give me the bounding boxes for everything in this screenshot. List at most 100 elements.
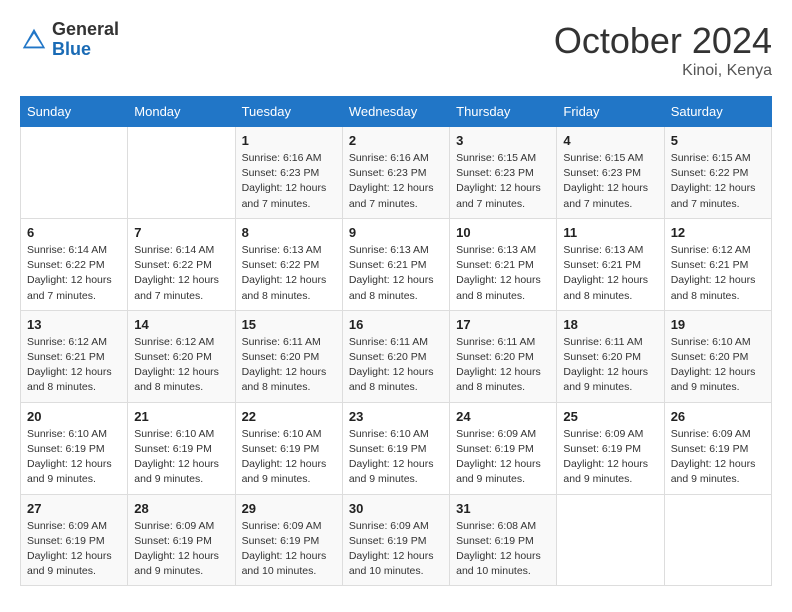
day-info: Sunrise: 6:12 AM Sunset: 6:20 PM Dayligh…: [134, 335, 228, 396]
day-info: Sunrise: 6:09 AM Sunset: 6:19 PM Dayligh…: [242, 519, 336, 580]
calendar-cell: 20 Sunrise: 6:10 AM Sunset: 6:19 PM Dayli…: [21, 402, 128, 494]
day-number: 20: [27, 409, 121, 424]
day-number: 30: [349, 501, 443, 516]
day-number: 27: [27, 501, 121, 516]
calendar-cell: 23Sunrise: 6:10 AM Sunset: 6:19 PM Dayli…: [342, 402, 449, 494]
day-info: Sunrise: 6:13 AM Sunset: 6:21 PM Dayligh…: [349, 243, 443, 304]
calendar-cell: 31 Sunrise: 6:08 AM Sunset: 6:19 PM Dayli…: [450, 494, 557, 586]
day-info: Sunrise: 6:09 AM Sunset: 6:19 PM Dayligh…: [563, 427, 657, 488]
calendar-cell: 26 Sunrise: 6:09 AM Sunset: 6:19 PM Dayli…: [664, 402, 771, 494]
calendar-cell: 8 Sunrise: 6:13 AM Sunset: 6:22 PM Daylig…: [235, 218, 342, 310]
day-number: 24: [456, 409, 550, 424]
calendar-cell: 17 Sunrise: 6:11 AM Sunset: 6:20 PM Dayli…: [450, 310, 557, 402]
calendar-cell: 21 Sunrise: 6:10 AM Sunset: 6:19 PM Dayli…: [128, 402, 235, 494]
day-number: 26: [671, 409, 765, 424]
day-number: 5: [671, 133, 765, 148]
day-number: 6: [27, 225, 121, 240]
day-info: Sunrise: 6:14 AM Sunset: 6:22 PM Dayligh…: [134, 243, 228, 304]
weekday-header: Tuesday: [235, 97, 342, 127]
calendar-week-row: 6 Sunrise: 6:14 AM Sunset: 6:22 PM Daylig…: [21, 218, 772, 310]
day-info: Sunrise: 6:10 AM Sunset: 6:19 PM Dayligh…: [349, 427, 443, 488]
day-info: Sunrise: 6:08 AM Sunset: 6:19 PM Dayligh…: [456, 519, 550, 580]
calendar-body: 1 Sunrise: 6:16 AM Sunset: 6:23 PM Daylig…: [21, 127, 772, 586]
day-number: 18: [563, 317, 657, 332]
day-info: Sunrise: 6:15 AM Sunset: 6:23 PM Dayligh…: [563, 151, 657, 212]
day-info: Sunrise: 6:09 AM Sunset: 6:19 PM Dayligh…: [671, 427, 765, 488]
page-header: General Blue October 2024 Kinoi, Kenya: [20, 20, 772, 80]
calendar-header: SundayMondayTuesdayWednesdayThursdayFrid…: [21, 97, 772, 127]
day-info: Sunrise: 6:12 AM Sunset: 6:21 PM Dayligh…: [671, 243, 765, 304]
day-number: 17: [456, 317, 550, 332]
calendar-cell: [664, 494, 771, 586]
calendar-cell: [128, 127, 235, 219]
day-number: 10: [456, 225, 550, 240]
logo-blue: Blue: [52, 40, 119, 60]
weekday-header: Wednesday: [342, 97, 449, 127]
calendar-week-row: 1 Sunrise: 6:16 AM Sunset: 6:23 PM Daylig…: [21, 127, 772, 219]
calendar-cell: 27 Sunrise: 6:09 AM Sunset: 6:19 PM Dayli…: [21, 494, 128, 586]
calendar-cell: 6Sunrise: 6:14 AM Sunset: 6:22 PM Daylig…: [21, 218, 128, 310]
calendar-week-row: 20 Sunrise: 6:10 AM Sunset: 6:19 PM Dayli…: [21, 402, 772, 494]
day-info: Sunrise: 6:10 AM Sunset: 6:19 PM Dayligh…: [27, 427, 121, 488]
calendar-cell: 14 Sunrise: 6:12 AM Sunset: 6:20 PM Dayli…: [128, 310, 235, 402]
day-info: Sunrise: 6:13 AM Sunset: 6:21 PM Dayligh…: [456, 243, 550, 304]
day-number: 16: [349, 317, 443, 332]
day-number: 1: [242, 133, 336, 148]
day-info: Sunrise: 6:11 AM Sunset: 6:20 PM Dayligh…: [456, 335, 550, 396]
calendar-cell: [21, 127, 128, 219]
title-block: October 2024 Kinoi, Kenya: [554, 20, 772, 80]
logo-text: General Blue: [52, 20, 119, 60]
month-title: October 2024: [554, 20, 772, 62]
calendar-cell: 18 Sunrise: 6:11 AM Sunset: 6:20 PM Dayli…: [557, 310, 664, 402]
day-number: 28: [134, 501, 228, 516]
day-info: Sunrise: 6:09 AM Sunset: 6:19 PM Dayligh…: [134, 519, 228, 580]
calendar-cell: 12Sunrise: 6:12 AM Sunset: 6:21 PM Dayli…: [664, 218, 771, 310]
day-info: Sunrise: 6:10 AM Sunset: 6:19 PM Dayligh…: [242, 427, 336, 488]
calendar-table: SundayMondayTuesdayWednesdayThursdayFrid…: [20, 96, 772, 586]
day-info: Sunrise: 6:09 AM Sunset: 6:19 PM Dayligh…: [27, 519, 121, 580]
calendar-cell: 30 Sunrise: 6:09 AM Sunset: 6:19 PM Dayli…: [342, 494, 449, 586]
day-number: 4: [563, 133, 657, 148]
day-info: Sunrise: 6:16 AM Sunset: 6:23 PM Dayligh…: [242, 151, 336, 212]
day-number: 19: [671, 317, 765, 332]
day-info: Sunrise: 6:13 AM Sunset: 6:22 PM Dayligh…: [242, 243, 336, 304]
day-number: 25: [563, 409, 657, 424]
calendar-cell: 22 Sunrise: 6:10 AM Sunset: 6:19 PM Dayli…: [235, 402, 342, 494]
calendar-cell: 2 Sunrise: 6:16 AM Sunset: 6:23 PM Daylig…: [342, 127, 449, 219]
day-number: 15: [242, 317, 336, 332]
day-number: 14: [134, 317, 228, 332]
weekday-header: Thursday: [450, 97, 557, 127]
day-number: 29: [242, 501, 336, 516]
calendar-cell: 29 Sunrise: 6:09 AM Sunset: 6:19 PM Dayli…: [235, 494, 342, 586]
logo-general: General: [52, 20, 119, 40]
day-info: Sunrise: 6:15 AM Sunset: 6:22 PM Dayligh…: [671, 151, 765, 212]
day-number: 13: [27, 317, 121, 332]
calendar-cell: 25 Sunrise: 6:09 AM Sunset: 6:19 PM Dayli…: [557, 402, 664, 494]
calendar-cell: 28 Sunrise: 6:09 AM Sunset: 6:19 PM Dayli…: [128, 494, 235, 586]
calendar-cell: 7Sunrise: 6:14 AM Sunset: 6:22 PM Daylig…: [128, 218, 235, 310]
day-number: 31: [456, 501, 550, 516]
weekday-header: Saturday: [664, 97, 771, 127]
calendar-cell: 9 Sunrise: 6:13 AM Sunset: 6:21 PM Daylig…: [342, 218, 449, 310]
day-number: 9: [349, 225, 443, 240]
day-number: 11: [563, 225, 657, 240]
calendar-cell: 19Sunrise: 6:10 AM Sunset: 6:20 PM Dayli…: [664, 310, 771, 402]
day-info: Sunrise: 6:09 AM Sunset: 6:19 PM Dayligh…: [349, 519, 443, 580]
day-info: Sunrise: 6:13 AM Sunset: 6:21 PM Dayligh…: [563, 243, 657, 304]
day-number: 22: [242, 409, 336, 424]
day-number: 2: [349, 133, 443, 148]
day-info: Sunrise: 6:10 AM Sunset: 6:19 PM Dayligh…: [134, 427, 228, 488]
day-info: Sunrise: 6:15 AM Sunset: 6:23 PM Dayligh…: [456, 151, 550, 212]
day-info: Sunrise: 6:16 AM Sunset: 6:23 PM Dayligh…: [349, 151, 443, 212]
calendar-cell: 16 Sunrise: 6:11 AM Sunset: 6:20 PM Dayli…: [342, 310, 449, 402]
day-info: Sunrise: 6:11 AM Sunset: 6:20 PM Dayligh…: [563, 335, 657, 396]
calendar-cell: 11 Sunrise: 6:13 AM Sunset: 6:21 PM Dayli…: [557, 218, 664, 310]
day-info: Sunrise: 6:11 AM Sunset: 6:20 PM Dayligh…: [242, 335, 336, 396]
day-info: Sunrise: 6:12 AM Sunset: 6:21 PM Dayligh…: [27, 335, 121, 396]
day-info: Sunrise: 6:11 AM Sunset: 6:20 PM Dayligh…: [349, 335, 443, 396]
day-info: Sunrise: 6:09 AM Sunset: 6:19 PM Dayligh…: [456, 427, 550, 488]
day-number: 21: [134, 409, 228, 424]
calendar-week-row: 27 Sunrise: 6:09 AM Sunset: 6:19 PM Dayli…: [21, 494, 772, 586]
calendar-cell: 3Sunrise: 6:15 AM Sunset: 6:23 PM Daylig…: [450, 127, 557, 219]
day-number: 8: [242, 225, 336, 240]
